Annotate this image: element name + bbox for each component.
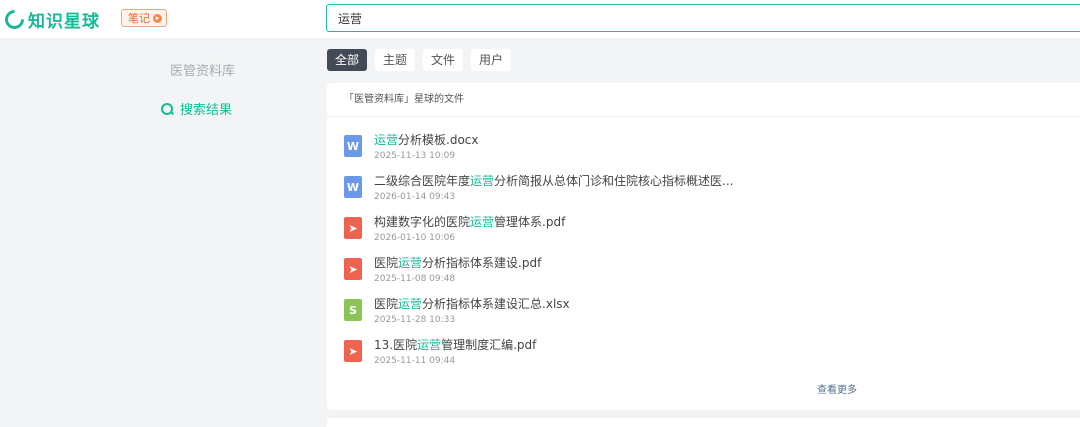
search-box[interactable] bbox=[326, 4, 1080, 32]
sidebar-item-search-results[interactable]: 搜索结果 bbox=[161, 99, 232, 118]
results-card: 「医管资料库」星球的文件 W 运营分析模板.docx 2025-11-13 10… bbox=[327, 83, 1080, 410]
file-name-prefix: 13.医院 bbox=[374, 338, 418, 352]
search-input[interactable] bbox=[327, 5, 1080, 31]
sidebar-item-label: 搜索结果 bbox=[180, 103, 233, 118]
arrow-right-icon: ▸ bbox=[153, 13, 162, 23]
top-bar: 知识星球 笔记 ▸ bbox=[0, 0, 1080, 38]
file-time: 2026-01-14 09:43 bbox=[374, 192, 456, 202]
logo-text: 知识星球 bbox=[28, 12, 100, 32]
file-time: 2025-11-28 10:33 bbox=[374, 315, 456, 325]
pdf-file-icon: ➤ bbox=[344, 340, 362, 362]
pdf-file-icon: ➤ bbox=[344, 258, 362, 280]
tab-topics[interactable]: 主题 bbox=[375, 49, 416, 71]
sidebar-title: 医管资料库 bbox=[170, 64, 236, 79]
logo-icon bbox=[1, 6, 28, 33]
file-name-prefix: 医院 bbox=[374, 256, 399, 270]
file-time: 2025-11-08 09:48 bbox=[374, 274, 456, 284]
note-badge-label: 笔记 bbox=[128, 12, 150, 25]
file-time: 2025-11-13 10:09 bbox=[374, 151, 456, 161]
see-more-link[interactable]: 查看更多 bbox=[817, 381, 857, 396]
file-name-highlight: 运营 bbox=[470, 215, 495, 229]
file-name-prefix: 构建数字化的医院 bbox=[374, 215, 471, 229]
word-file-icon: W bbox=[344, 176, 362, 198]
file-name-prefix: 医院 bbox=[374, 297, 399, 311]
list-item[interactable]: ➤ 13.医院运营管理制度汇编.pdf 2025-11-11 09:44 bbox=[344, 338, 733, 379]
file-name-highlight: 运营 bbox=[398, 297, 423, 311]
file-name-suffix: 分析指标体系建设.pdf bbox=[422, 256, 542, 270]
next-card-edge bbox=[327, 418, 1080, 427]
word-file-icon: W bbox=[344, 135, 362, 157]
file-name[interactable]: 运营分析模板.docx bbox=[374, 133, 479, 148]
search-icon bbox=[161, 102, 173, 115]
file-name-suffix: 管理体系.pdf bbox=[494, 215, 566, 229]
file-name[interactable]: 医院运营分析指标体系建设汇总.xlsx bbox=[374, 297, 570, 312]
list-item[interactable]: ➤ 构建数字化的医院运营管理体系.pdf 2026-01-10 10:06 bbox=[344, 215, 733, 256]
file-time: 2025-11-11 09:44 bbox=[374, 356, 456, 366]
excel-file-icon: S bbox=[344, 299, 362, 321]
list-item[interactable]: W 二级综合医院年度运营分析简报从总体门诊和住院核心指标概述医... 2026-… bbox=[344, 174, 733, 215]
tab-users[interactable]: 用户 bbox=[471, 49, 512, 71]
file-name-suffix: 管理制度汇编.pdf bbox=[441, 338, 537, 352]
results-header: 「医管资料库」星球的文件 bbox=[327, 83, 1080, 117]
file-name[interactable]: 13.医院运营管理制度汇编.pdf bbox=[374, 338, 536, 353]
file-name-prefix: 二级综合医院年度 bbox=[374, 174, 471, 188]
list-item[interactable]: S 医院运营分析指标体系建设汇总.xlsx 2025-11-28 10:33 bbox=[344, 297, 733, 338]
file-name-highlight: 运营 bbox=[398, 256, 423, 270]
file-name[interactable]: 构建数字化的医院运营管理体系.pdf bbox=[374, 215, 565, 230]
file-time: 2026-01-10 10:06 bbox=[374, 233, 456, 243]
tab-files[interactable]: 文件 bbox=[423, 49, 464, 71]
file-name-suffix: 分析指标体系建设汇总.xlsx bbox=[422, 297, 570, 311]
file-name-suffix: 分析简报从总体门诊和住院核心指标概述医... bbox=[494, 174, 734, 188]
file-name-highlight: 运营 bbox=[374, 133, 399, 147]
file-name[interactable]: 医院运营分析指标体系建设.pdf bbox=[374, 256, 541, 271]
list-item[interactable]: W 运营分析模板.docx 2025-11-13 10:09 bbox=[344, 133, 733, 174]
pdf-file-icon: ➤ bbox=[344, 217, 362, 239]
tab-all[interactable]: 全部 bbox=[327, 49, 368, 71]
file-name-highlight: 运营 bbox=[470, 174, 495, 188]
file-name[interactable]: 二级综合医院年度运营分析简报从总体门诊和住院核心指标概述医... bbox=[374, 174, 733, 189]
list-item[interactable]: ➤ 医院运营分析指标体系建设.pdf 2025-11-08 09:48 bbox=[344, 256, 733, 297]
file-name-highlight: 运营 bbox=[417, 338, 442, 352]
filter-tabs: 全部 主题 文件 用户 bbox=[327, 49, 512, 71]
file-name-suffix: 分析模板.docx bbox=[398, 133, 479, 147]
logo[interactable]: 知识星球 bbox=[1, 6, 100, 33]
file-list: W 运营分析模板.docx 2025-11-13 10:09 W 二级综合医院年… bbox=[344, 133, 733, 379]
note-badge[interactable]: 笔记 ▸ bbox=[121, 9, 167, 27]
